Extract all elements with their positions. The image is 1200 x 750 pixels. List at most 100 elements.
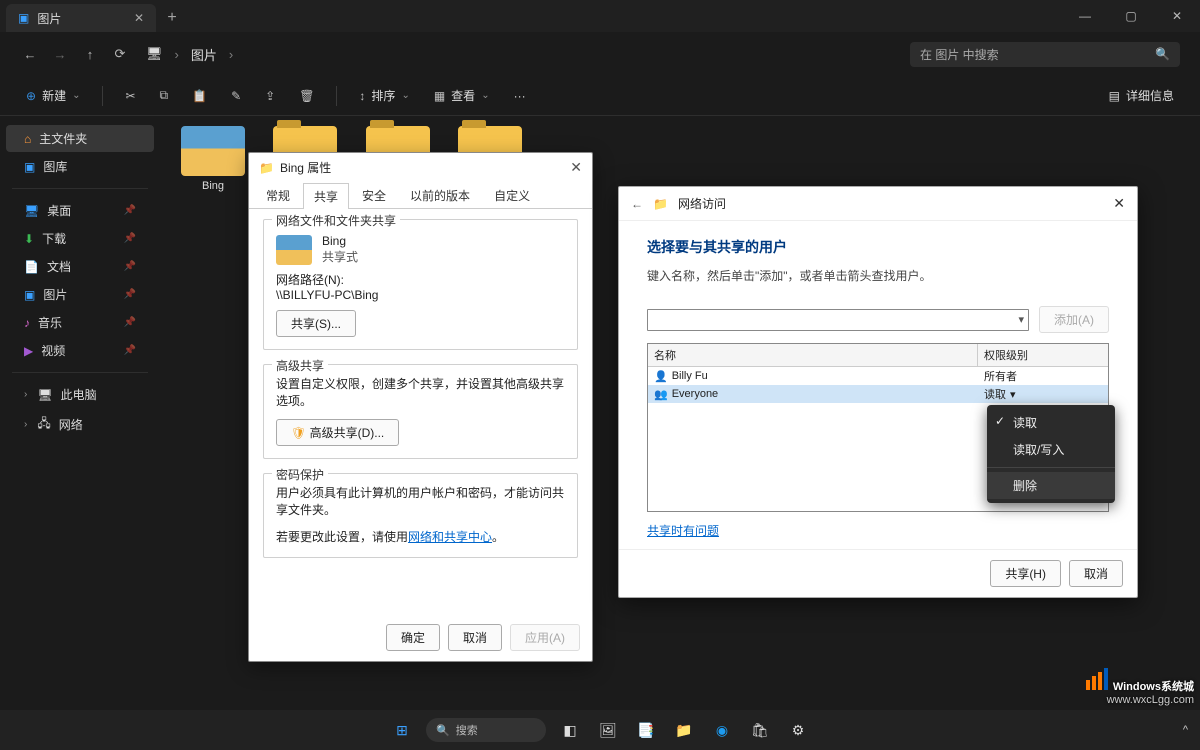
back-button[interactable]: ← — [631, 197, 643, 211]
copy-button[interactable]: ⧉ — [152, 84, 177, 107]
store-button[interactable]: 🛍 — [746, 716, 774, 744]
user-permission: 所有者 — [984, 368, 1017, 384]
search-icon: 🔍 — [436, 724, 450, 737]
rename-button[interactable]: ✎ — [223, 85, 249, 107]
sort-button[interactable]: ↕ 排序 ⌄ — [351, 83, 417, 108]
file-explorer-button[interactable]: 📁 — [670, 716, 698, 744]
details-pane-button[interactable]: ▤ 详细信息 — [1101, 83, 1182, 108]
taskbar-search[interactable]: 🔍 搜索 — [426, 718, 546, 742]
task-view-button[interactable]: ◧ — [556, 716, 584, 744]
sidebar-item-desktop[interactable]: 🖥 桌面 📌 — [6, 197, 154, 224]
folder-item[interactable]: Bing — [174, 126, 252, 192]
perm-read-write[interactable]: 读取/写入 — [987, 436, 1115, 463]
edge-button[interactable]: ◉ — [708, 716, 736, 744]
sidebar-label: 下载 — [42, 230, 66, 247]
pwd-line2-prefix: 若要更改此设置，请使用 — [276, 530, 408, 544]
delete-button[interactable]: 🗑 — [291, 85, 322, 107]
tab-previous-versions[interactable]: 以前的版本 — [399, 182, 481, 208]
up-button[interactable]: ↑ — [80, 47, 100, 62]
close-icon[interactable]: ✕ — [570, 159, 582, 176]
paste-button[interactable]: 📋 — [184, 85, 215, 107]
tab-customize[interactable]: 自定义 — [483, 182, 541, 208]
advanced-share-label: 高级共享(D)... — [310, 426, 385, 440]
breadcrumb[interactable]: 🖥 › 图片 › — [146, 45, 233, 64]
sidebar-label: 视频 — [41, 342, 65, 359]
group-desc: 设置自定义权限，创建多个共享，并设置其他高级共享选项。 — [276, 375, 565, 409]
settings-button[interactable]: ⚙ — [784, 716, 812, 744]
minimize-button[interactable]: ― — [1062, 0, 1108, 32]
dialog-footer: 共享(H) 取消 — [619, 549, 1137, 597]
cancel-button[interactable]: 取消 — [448, 624, 502, 651]
close-icon[interactable]: ✕ — [1113, 195, 1125, 212]
cancel-button[interactable]: 取消 — [1069, 560, 1123, 587]
search-input[interactable]: 在 图片 中搜索 🔍 — [910, 42, 1180, 67]
chevron-up-icon[interactable]: ^ — [1183, 724, 1188, 736]
network-sharing-center-link[interactable]: 网络和共享中心 — [408, 530, 492, 544]
document-icon: 📄 — [24, 260, 39, 274]
search-icon: 🔍 — [1155, 47, 1170, 61]
share-confirm-button[interactable]: 共享(H) — [990, 560, 1061, 587]
window-tab[interactable]: ▣ 图片 ✕ — [6, 4, 156, 32]
perm-read[interactable]: 读取 — [987, 409, 1115, 436]
sidebar-item-this-pc[interactable]: › 🖥 此电脑 — [6, 381, 154, 408]
folder-icon — [181, 126, 245, 176]
search-label: 搜索 — [456, 722, 478, 738]
view-button[interactable]: ▦ 查看 ⌄ — [426, 83, 498, 108]
watermark-url: www.wxcLgg.com — [1107, 694, 1194, 706]
sidebar-item-videos[interactable]: ▶ 视频 📌 — [6, 337, 154, 364]
new-tab-button[interactable]: + — [156, 4, 188, 32]
perm-remove[interactable]: 删除 — [987, 472, 1115, 499]
sidebar-item-home[interactable]: ⌂ 主文件夹 — [6, 125, 154, 152]
sharing-help-link[interactable]: 共享时有问题 — [647, 524, 719, 538]
share-button[interactable]: 共享(S)... — [276, 310, 356, 337]
sidebar-label: 音乐 — [38, 314, 62, 331]
rename-icon: ✎ — [231, 89, 241, 103]
chevron-down-icon: ⌄ — [72, 90, 80, 101]
table-row[interactable]: 👥Everyone 读取▾ — [648, 385, 1108, 403]
share-icon: ⇪ — [265, 89, 275, 103]
properties-dialog: 📁 Bing 属性 ✕ 常规 共享 安全 以前的版本 自定义 网络文件和文件夹共… — [248, 152, 593, 662]
sort-icon: ↕ — [359, 89, 365, 103]
ok-button[interactable]: 确定 — [386, 624, 440, 651]
sidebar-item-documents[interactable]: 📄 文档 📌 — [6, 253, 154, 280]
forward-button[interactable]: → — [50, 47, 70, 62]
close-tab-icon[interactable]: ✕ — [134, 11, 144, 25]
taskbar-app[interactable]: 🖼 — [594, 716, 622, 744]
sidebar-label: 桌面 — [47, 202, 71, 219]
chevron-down-icon[interactable]: ▾ — [1010, 388, 1016, 401]
sidebar-item-pictures[interactable]: ▣ 图片 📌 — [6, 281, 154, 308]
back-button[interactable]: ← — [20, 47, 40, 62]
tab-general[interactable]: 常规 — [255, 182, 301, 208]
dialog-heading: 选择要与其共享的用户 — [647, 237, 1109, 257]
folder-label: Bing — [202, 180, 224, 192]
sidebar-label: 此电脑 — [61, 386, 97, 403]
pin-icon: 📌 — [124, 317, 136, 328]
cut-button[interactable]: ✂ — [117, 85, 143, 107]
user-combobox[interactable] — [647, 309, 1029, 331]
taskbar-app[interactable]: 📑 — [632, 716, 660, 744]
sidebar-item-gallery[interactable]: ▣ 图库 — [6, 153, 154, 180]
refresh-button[interactable]: ⟳ — [110, 46, 130, 62]
maximize-button[interactable]: ▢ — [1108, 0, 1154, 32]
sidebar-item-network[interactable]: › 🖧 网络 — [6, 409, 154, 440]
sidebar-item-downloads[interactable]: ⬇ 下载 📌 — [6, 225, 154, 252]
dialog-titlebar[interactable]: 📁 Bing 属性 ✕ — [249, 153, 592, 182]
tab-security[interactable]: 安全 — [351, 182, 397, 208]
apply-button: 应用(A) — [510, 624, 580, 651]
tab-sharing[interactable]: 共享 — [303, 183, 349, 209]
table-row[interactable]: 👤Billy Fu 所有者 — [648, 367, 1108, 385]
system-tray[interactable]: ^ — [1183, 724, 1188, 736]
share-button[interactable]: ⇪ — [257, 85, 283, 107]
col-name[interactable]: 名称 — [648, 344, 978, 366]
close-window-button[interactable]: ✕ — [1154, 0, 1200, 32]
more-button[interactable]: ··· — [506, 85, 534, 107]
breadcrumb-item[interactable]: 图片 — [191, 45, 217, 64]
chevron-down-icon: ⌄ — [401, 90, 409, 101]
music-icon: ♪ — [24, 316, 30, 330]
col-permission[interactable]: 权限级别 — [978, 344, 1108, 366]
start-button[interactable]: ⊞ — [388, 716, 416, 744]
taskbar: ⊞ 🔍 搜索 ◧ 🖼 📑 📁 ◉ 🛍 ⚙ ^ — [0, 710, 1200, 750]
new-button[interactable]: ⊕ 新建 ⌄ — [18, 83, 88, 108]
sidebar-item-music[interactable]: ♪ 音乐 📌 — [6, 309, 154, 336]
advanced-share-button[interactable]: 🛡 高级共享(D)... — [276, 419, 399, 446]
